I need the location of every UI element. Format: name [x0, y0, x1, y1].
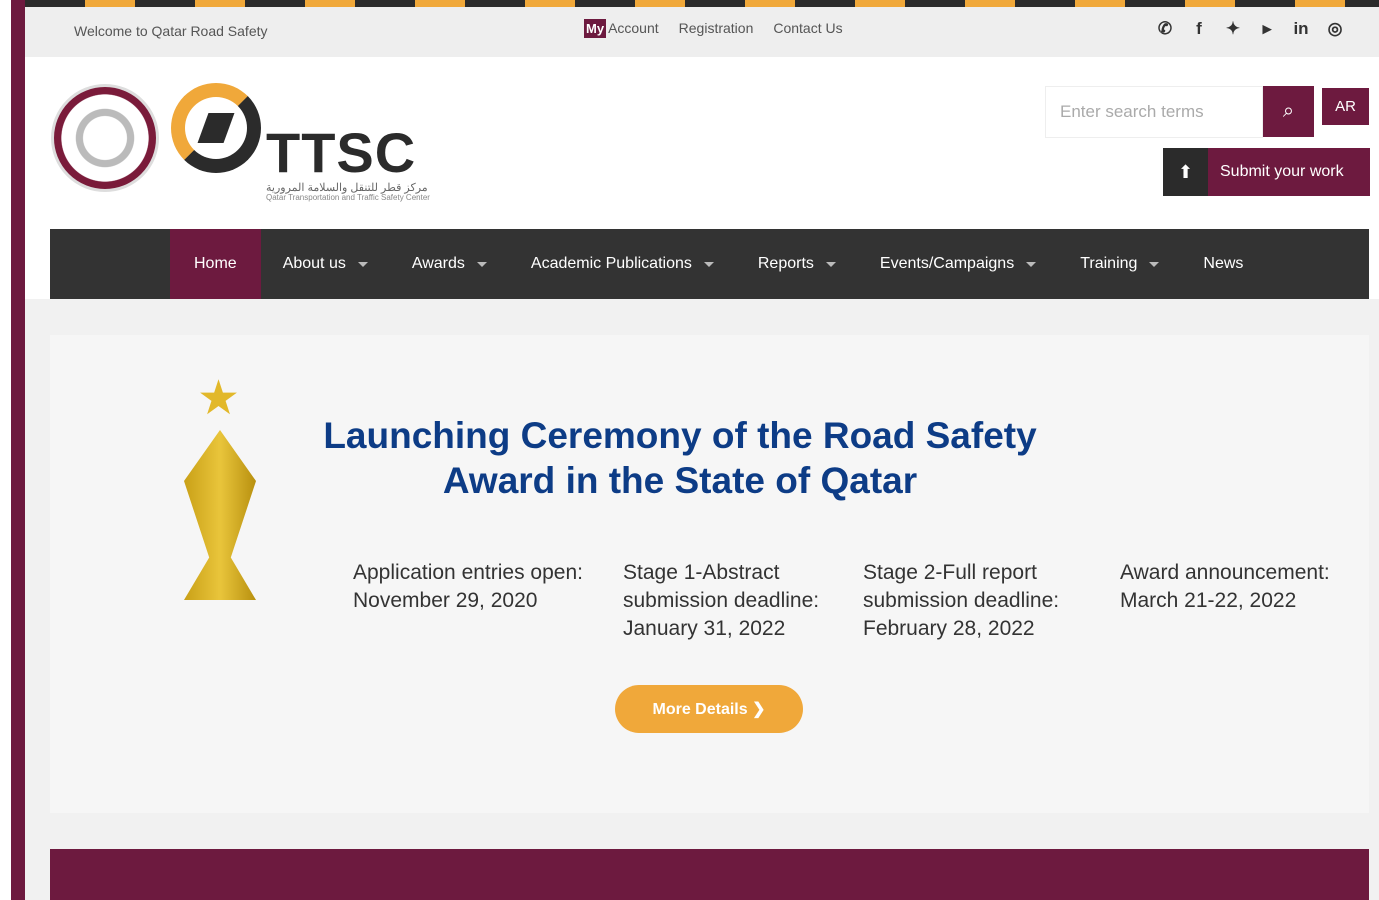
- nav-label: About us: [282, 255, 346, 272]
- timeline-label: submission deadline:: [623, 589, 820, 612]
- star-icon: ★: [197, 372, 241, 425]
- banner-title: Launching Ceremony of the Road Safety Aw…: [320, 413, 1040, 503]
- ttsc-logo-mark[interactable]: [171, 83, 261, 173]
- submit-work-button[interactable]: ⬆ Submit your work: [1163, 148, 1370, 196]
- caret-down-icon: [357, 261, 368, 267]
- nav-training[interactable]: Training: [1058, 229, 1181, 299]
- nav-events-campaigns[interactable]: Events/Campaigns: [858, 229, 1058, 299]
- timeline-date: March 21-22, 2022: [1120, 589, 1297, 612]
- nav-academic-publications[interactable]: Academic Publications: [509, 229, 736, 299]
- timeline-date: November 29, 2020: [353, 589, 538, 612]
- next-section-band: [50, 849, 1369, 900]
- timeline-announcement: Award announcement: March 21-22, 2022: [1120, 559, 1360, 615]
- trophy-body: [184, 430, 256, 600]
- left-accent-bar: [0, 0, 25, 900]
- search-button[interactable]: ⌕: [1263, 86, 1314, 137]
- nav-home[interactable]: Home: [170, 229, 261, 299]
- welcome-text: Welcome to Qatar Road Safety: [74, 23, 268, 39]
- nav-label: Home: [194, 255, 237, 272]
- registration-link[interactable]: Registration: [679, 20, 754, 36]
- timeline-date: February 28, 2022: [863, 617, 1035, 640]
- nav-label: Awards: [411, 255, 465, 272]
- nav-news[interactable]: News: [1181, 229, 1265, 299]
- language-ar-button[interactable]: AR: [1322, 88, 1369, 125]
- account-label: Account: [608, 20, 659, 36]
- timeline-label: Application entries open:: [353, 561, 583, 584]
- topbar: Welcome to Qatar Road Safety My Account R…: [25, 7, 1379, 57]
- nav-label: Academic Publications: [530, 255, 692, 272]
- committee-seal-logo[interactable]: [51, 84, 159, 192]
- contact-link[interactable]: Contact Us: [773, 20, 842, 36]
- search-icon: ⌕: [1282, 100, 1295, 122]
- submit-work-label: Submit your work: [1220, 163, 1344, 180]
- nav-reports[interactable]: Reports: [736, 229, 858, 299]
- my-account-link[interactable]: My Account: [584, 19, 659, 38]
- twitter-icon[interactable]: ✦: [1224, 19, 1242, 39]
- trophy-illustration: ★: [172, 375, 272, 605]
- caret-down-icon: [1149, 261, 1160, 267]
- upload-icon: ⬆: [1163, 148, 1208, 196]
- nav-label: News: [1203, 255, 1244, 272]
- social-links: ✆ f ✦ ▸ in ◎: [1156, 19, 1344, 39]
- caret-down-icon: [825, 261, 836, 267]
- banner-title-line: Award in the State of Qatar: [442, 460, 918, 501]
- timeline-label: Stage 2-Full report: [863, 561, 1037, 584]
- top-links: My Account Registration Contact Us: [584, 19, 843, 38]
- linkedin-icon[interactable]: in: [1292, 19, 1310, 39]
- award-banner: ★ Launching Ceremony of the Road Safety …: [50, 335, 1369, 813]
- my-badge: My: [584, 19, 607, 38]
- more-details-button[interactable]: More Details ❯: [615, 685, 803, 733]
- nav-label: Training: [1080, 255, 1138, 272]
- timeline-label: Stage 1-Abstract: [623, 561, 780, 584]
- nav-label: Events/Campaigns: [879, 255, 1015, 272]
- logo-subtitle-en: Qatar Transportation and Traffic Safety …: [266, 193, 430, 202]
- search-input[interactable]: [1045, 86, 1263, 138]
- main-nav: Home About us Awards Academic Publicatio…: [50, 229, 1369, 299]
- ttsc-logo-text[interactable]: TTSC: [266, 120, 416, 185]
- timeline-stage1: Stage 1-Abstract submission deadline: Ja…: [623, 559, 843, 643]
- page: Welcome to Qatar Road Safety My Account R…: [25, 0, 1379, 900]
- caret-down-icon: [703, 261, 714, 267]
- timeline-label: submission deadline:: [863, 589, 1060, 612]
- caret-down-icon: [476, 261, 487, 267]
- facebook-icon[interactable]: f: [1190, 19, 1208, 39]
- timeline-label: Award announcement:: [1120, 561, 1330, 584]
- caret-down-icon: [1026, 261, 1037, 267]
- banner-title-line: Launching Ceremony of the Road Safety: [323, 415, 1037, 456]
- instagram-icon[interactable]: ◎: [1326, 19, 1344, 39]
- timeline-application: Application entries open: November 29, 2…: [353, 559, 603, 615]
- nav-label: Reports: [757, 255, 814, 272]
- nav-awards[interactable]: Awards: [390, 229, 509, 299]
- header: TTSC مركز قطر للتنقل والسلامة المرورية Q…: [25, 57, 1379, 229]
- timeline-date: January 31, 2022: [623, 617, 786, 640]
- top-stripe: [25, 0, 1379, 7]
- whatsapp-icon[interactable]: ✆: [1156, 19, 1174, 39]
- nav-about-us[interactable]: About us: [261, 229, 390, 299]
- timeline-stage2: Stage 2-Full report submission deadline:…: [863, 559, 1093, 643]
- youtube-icon[interactable]: ▸: [1258, 19, 1276, 39]
